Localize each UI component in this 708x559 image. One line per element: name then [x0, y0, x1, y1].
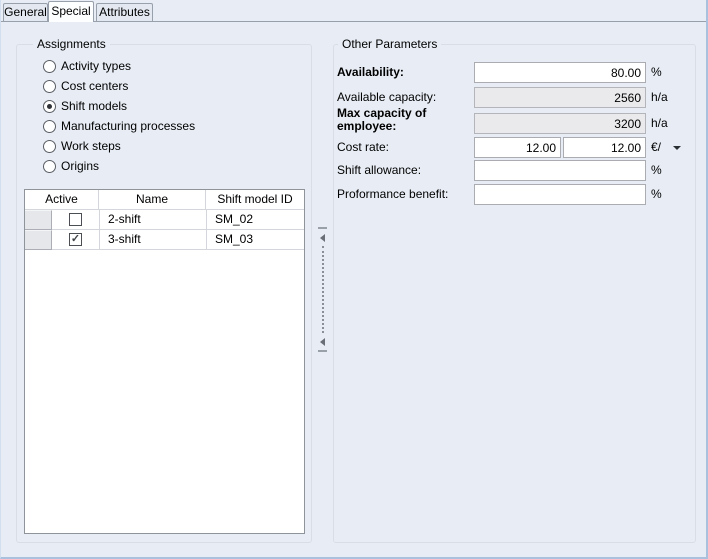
proformance-benefit-input[interactable]	[474, 184, 646, 205]
radio-cost-centers[interactable]: Cost centers	[43, 76, 128, 96]
active-checkbox-checked[interactable]: ✓	[69, 233, 82, 246]
shift-model-table: Active Name Shift model ID 2-shift SM_02…	[24, 189, 305, 534]
radio-shift-models[interactable]: Shift models	[43, 96, 127, 116]
available-capacity-unit: h/a	[651, 87, 668, 108]
tab-special[interactable]: Special	[48, 1, 94, 22]
cost-rate-unit: €/	[651, 137, 661, 158]
available-capacity-label: Available capacity:	[337, 87, 471, 108]
cost-rate-label: Cost rate:	[337, 137, 471, 158]
proformance-benefit-unit: %	[651, 184, 662, 205]
radio-shift-models-circle[interactable]	[43, 100, 56, 113]
column-header-active[interactable]: Active	[25, 190, 99, 210]
splitter-collapse-arrow-icon[interactable]	[320, 338, 325, 346]
active-cell[interactable]	[52, 210, 100, 230]
properties-window: General Special Attributes Assignments A…	[0, 0, 708, 559]
shift-allowance-label: Shift allowance:	[337, 160, 471, 181]
tab-attributes-label: Attributes	[99, 5, 150, 19]
radio-origins-circle[interactable]	[43, 160, 56, 173]
splitter-grip[interactable]	[322, 246, 324, 333]
available-capacity-input	[474, 87, 646, 108]
other-parameters-groupbox-title: Other Parameters	[338, 37, 441, 51]
radio-origins-label: Origins	[61, 159, 99, 173]
radio-activity-types-circle[interactable]	[43, 60, 56, 73]
name-cell[interactable]: 2-shift	[100, 210, 207, 230]
max-capacity-input	[474, 113, 646, 134]
shift-allowance-input[interactable]	[474, 160, 646, 181]
radio-manufacturing-processes[interactable]: Manufacturing processes	[43, 116, 195, 136]
radio-manufacturing-processes-label: Manufacturing processes	[61, 119, 195, 133]
shift-model-id-cell[interactable]: SM_02	[207, 210, 304, 230]
assignments-groupbox-title: Assignments	[33, 37, 110, 51]
name-cell[interactable]: 3-shift	[100, 230, 207, 250]
radio-origins[interactable]: Origins	[43, 156, 99, 176]
availability-label: Availability:	[337, 62, 471, 83]
cost-rate-input-1[interactable]	[474, 137, 561, 158]
row-selector[interactable]	[25, 230, 52, 250]
radio-activity-types[interactable]: Activity types	[43, 56, 131, 76]
tab-general[interactable]: General	[3, 3, 48, 21]
splitter-dash	[318, 350, 327, 352]
max-capacity-label: Max capacity of employee:	[337, 107, 447, 133]
column-header-name[interactable]: Name	[99, 190, 206, 210]
column-header-shift-model-id[interactable]: Shift model ID	[206, 190, 304, 210]
tab-general-label: General	[4, 5, 47, 19]
cost-rate-unit-dropdown-icon[interactable]	[670, 137, 684, 158]
active-checkbox-unchecked[interactable]	[69, 213, 82, 226]
radio-activity-types-label: Activity types	[61, 59, 131, 73]
shift-model-id-cell[interactable]: SM_03	[207, 230, 304, 250]
splitter-collapse-arrow-icon[interactable]	[320, 234, 325, 242]
proformance-benefit-label: Proformance benefit:	[337, 184, 471, 205]
radio-cost-centers-label: Cost centers	[61, 79, 128, 93]
radio-shift-models-label: Shift models	[61, 99, 127, 113]
tab-attributes[interactable]: Attributes	[96, 3, 153, 21]
radio-cost-centers-circle[interactable]	[43, 80, 56, 93]
splitter-dash	[318, 227, 327, 229]
radio-work-steps[interactable]: Work steps	[43, 136, 121, 156]
panel-splitter[interactable]	[316, 227, 329, 352]
row-selector[interactable]	[25, 210, 52, 230]
table-header-row: Active Name Shift model ID	[25, 190, 304, 210]
tab-special-label: Special	[51, 4, 90, 18]
radio-work-steps-label: Work steps	[61, 139, 121, 153]
availability-input[interactable]	[474, 62, 646, 83]
radio-work-steps-circle[interactable]	[43, 140, 56, 153]
tab-pane-border	[1, 21, 706, 22]
active-cell[interactable]: ✓	[52, 230, 100, 250]
availability-unit: %	[651, 62, 662, 83]
max-capacity-unit: h/a	[651, 113, 668, 134]
shift-allowance-unit: %	[651, 160, 662, 181]
radio-manufacturing-processes-circle[interactable]	[43, 120, 56, 133]
table-row: ✓ 3-shift SM_03	[25, 230, 304, 250]
table-row: 2-shift SM_02	[25, 210, 304, 230]
cost-rate-input-2[interactable]	[563, 137, 646, 158]
